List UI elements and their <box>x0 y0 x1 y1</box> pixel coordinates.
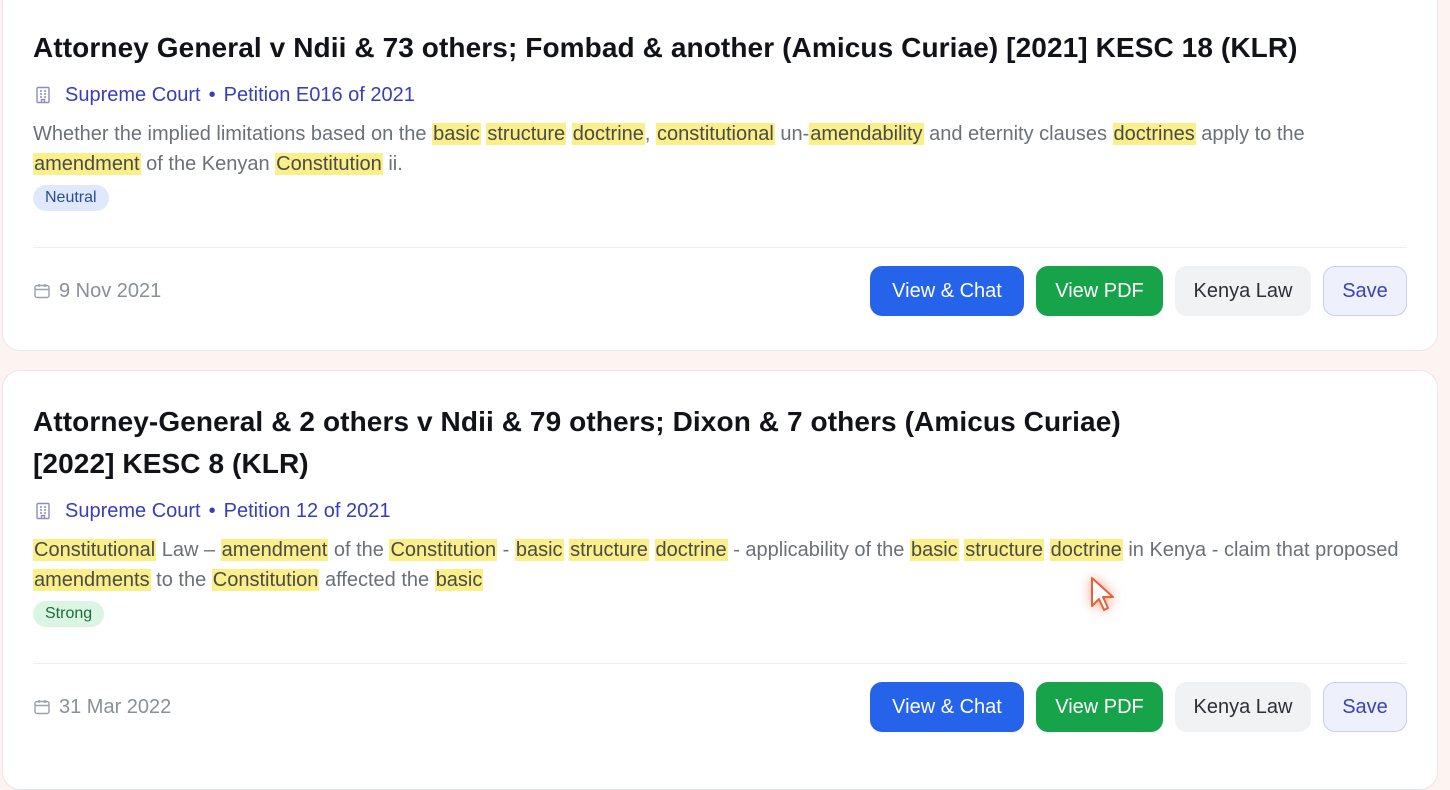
save-button[interactable]: Save <box>1323 682 1407 732</box>
snippet-text: affected the <box>319 569 435 591</box>
highlighted-term: amendment <box>33 153 141 175</box>
snippet-text <box>1044 539 1050 561</box>
highlighted-term: amendability <box>809 123 924 145</box>
view-pdf-button[interactable]: View PDF <box>1036 266 1163 316</box>
result-meta: Supreme Court • Petition 12 of 2021 <box>33 495 1407 527</box>
result-snippet: Constitutional Law – amendment of the Co… <box>33 535 1407 595</box>
card-divider <box>33 247 1407 248</box>
highlighted-term: Constitution <box>275 153 383 175</box>
highlighted-term: basic <box>514 539 564 561</box>
snippet-text: to the <box>150 569 212 591</box>
highlighted-term: amendments <box>33 569 151 591</box>
snippet-text: apply to the <box>1195 123 1305 145</box>
meta-separator: • <box>208 499 216 522</box>
snippet-text: and eternity clauses <box>923 123 1113 145</box>
snippet-text: Law – <box>156 539 221 561</box>
result-card: Attorney-General & 2 others v Ndii & 79 … <box>2 370 1438 790</box>
highlighted-term: doctrine <box>1049 539 1123 561</box>
save-button[interactable]: Save <box>1323 266 1407 316</box>
result-date: 31 Mar 2022 <box>33 696 171 719</box>
calendar-icon <box>33 698 51 716</box>
highlighted-term: basic <box>434 569 484 591</box>
highlighted-term: structure <box>569 539 649 561</box>
snippet-text: Whether the implied limitations based on… <box>33 123 433 145</box>
date-text: 9 Nov 2021 <box>59 279 162 302</box>
building-icon <box>33 85 53 105</box>
court-name: Supreme Court <box>65 83 201 106</box>
meta-separator: • <box>208 83 216 106</box>
highlighted-term: doctrine <box>571 123 645 145</box>
highlighted-term: basic <box>432 123 481 145</box>
highlighted-term: structure <box>486 123 567 145</box>
kenya-law-button[interactable]: Kenya Law <box>1175 266 1311 316</box>
snippet-text: ii. <box>382 153 403 175</box>
result-meta: Supreme Court • Petition E016 of 2021 <box>33 79 1407 111</box>
view-chat-button[interactable]: View & Chat <box>870 682 1024 732</box>
snippet-text: - <box>497 539 515 561</box>
result-title[interactable]: Attorney General v Ndii & 73 others; Fom… <box>33 27 1407 69</box>
snippet-text: of the <box>328 539 390 561</box>
card-actions: View & Chat View PDF Kenya Law Save <box>870 682 1407 732</box>
result-card: Attorney General v Ndii & 73 others; Fom… <box>2 0 1438 351</box>
highlighted-term: doctrine <box>654 539 728 561</box>
relevance-badge: Strong <box>33 601 105 627</box>
snippet-text <box>566 123 572 145</box>
card-divider <box>33 663 1407 664</box>
card-actions: View & Chat View PDF Kenya Law Save <box>870 266 1407 316</box>
result-title[interactable]: Attorney-General & 2 others v Ndii & 79 … <box>33 401 1153 485</box>
view-pdf-button[interactable]: View PDF <box>1036 682 1163 732</box>
highlighted-term: basic <box>909 539 959 561</box>
calendar-icon <box>33 282 51 300</box>
court-name: Supreme Court <box>65 499 201 522</box>
snippet-text: un- <box>774 123 810 145</box>
date-text: 31 Mar 2022 <box>59 695 172 718</box>
card-footer: 31 Mar 2022 View & Chat View PDF Kenya L… <box>33 682 1407 732</box>
card-footer: 9 Nov 2021 View & Chat View PDF Kenya La… <box>33 266 1407 316</box>
highlighted-term: constitutional <box>656 123 775 145</box>
snippet-text <box>649 539 655 561</box>
snippet-text: - applicability of the <box>727 539 910 561</box>
result-snippet: Whether the implied limitations based on… <box>33 119 1407 179</box>
highlighted-term: Constitution <box>211 569 320 591</box>
highlighted-term: Constitution <box>389 539 498 561</box>
result-date: 9 Nov 2021 <box>33 280 161 303</box>
highlighted-term: doctrines <box>1112 123 1196 145</box>
snippet-text: of the Kenyan <box>140 153 276 175</box>
cursor-pointer-icon <box>1088 576 1118 616</box>
highlighted-term: Constitutional <box>33 539 157 561</box>
kenya-law-button[interactable]: Kenya Law <box>1175 682 1311 732</box>
relevance-badge: Neutral <box>33 185 109 211</box>
highlighted-term: amendment <box>220 539 329 561</box>
building-icon <box>33 501 53 521</box>
view-chat-button[interactable]: View & Chat <box>870 266 1024 316</box>
highlighted-term: structure <box>964 539 1045 561</box>
case-number: Petition E016 of 2021 <box>223 83 415 106</box>
snippet-text: in Kenya - claim that proposed <box>1122 539 1399 561</box>
snippet-text: , <box>644 123 657 145</box>
case-number: Petition 12 of 2021 <box>223 499 391 522</box>
